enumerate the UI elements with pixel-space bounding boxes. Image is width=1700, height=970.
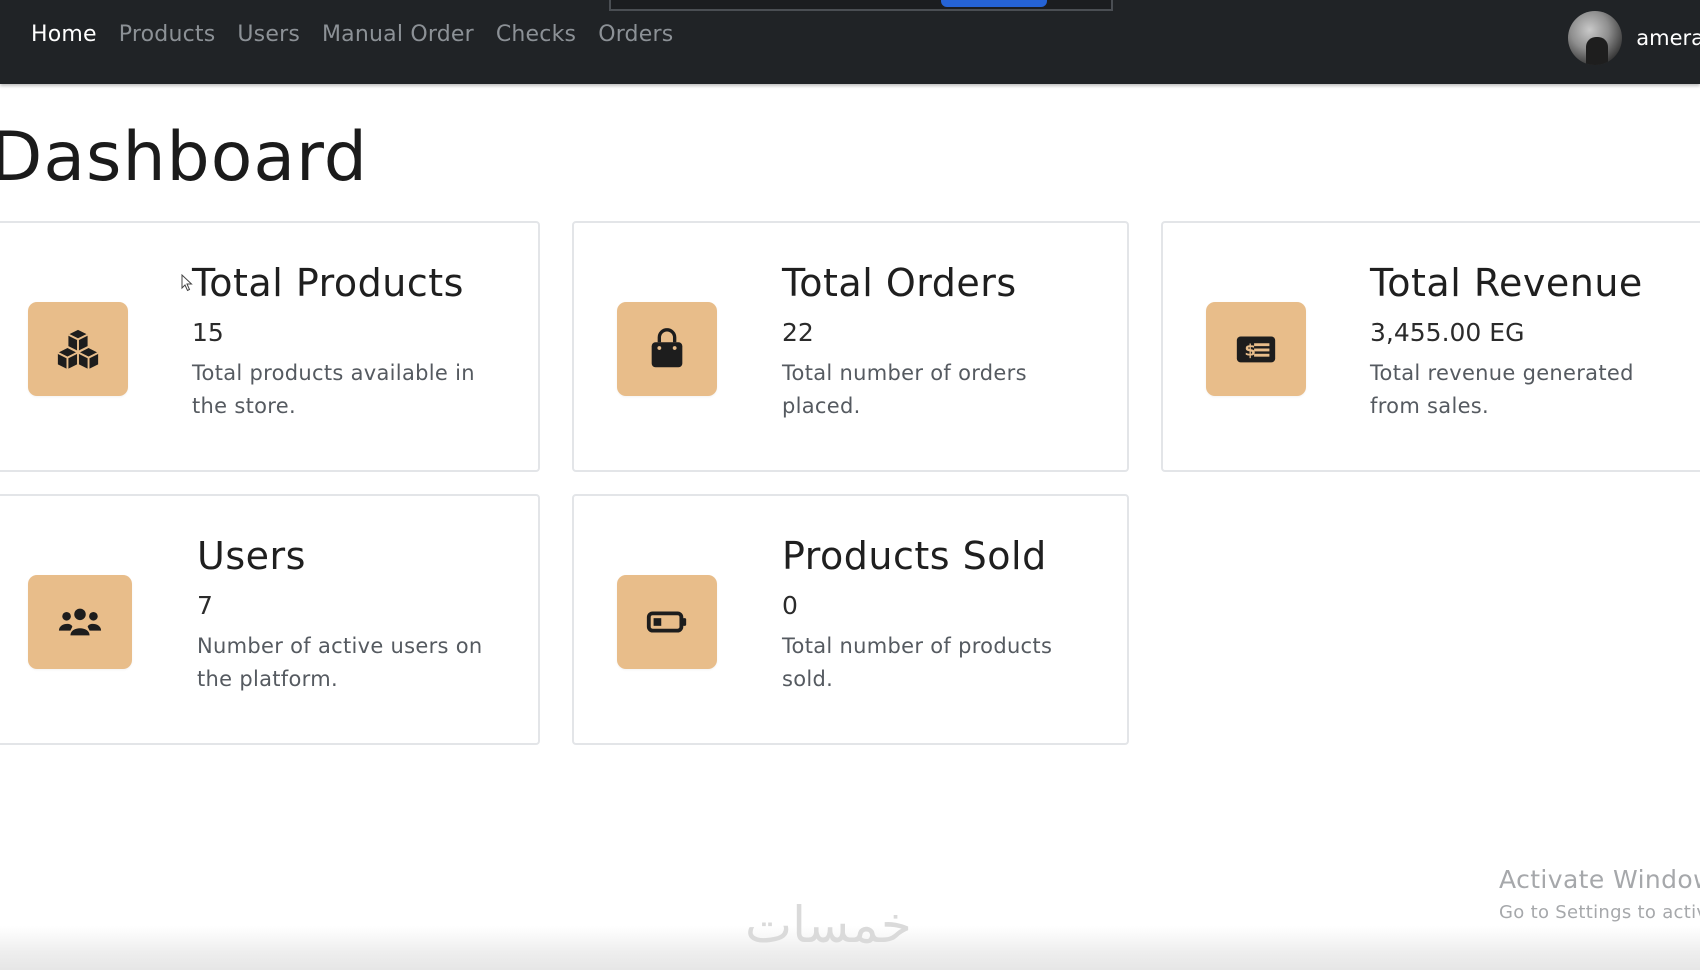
- nav-links: Home Products Users Manual Order Checks …: [31, 22, 673, 47]
- card-value: 3,455.00 EG: [1370, 317, 1525, 347]
- nav-link-checks[interactable]: Checks: [496, 22, 576, 47]
- cubes-icon: [57, 329, 99, 370]
- icon-box: [28, 302, 128, 396]
- card-products-sold: Products Sold 0 Total number of products…: [572, 494, 1129, 745]
- card-description: Total products available in the store.: [192, 360, 475, 418]
- nav-link-home[interactable]: Home: [31, 22, 97, 47]
- card-title: Users: [197, 534, 306, 578]
- card-description: Total revenue generated from sales.: [1370, 360, 1634, 418]
- nav-link-users[interactable]: Users: [237, 22, 300, 47]
- mouse-cursor-icon: [181, 274, 193, 292]
- activate-windows-watermark: Activate Window Go to Settings to activa: [1499, 865, 1700, 923]
- icon-box: [617, 302, 717, 396]
- card-text: Total Revenue 3,455.00 EG Total revenue …: [1370, 261, 1690, 423]
- search-bar-remnant: [609, 0, 1113, 11]
- card-users: Users 7 Number of active users on the pl…: [0, 494, 540, 745]
- battery-icon: [646, 611, 687, 633]
- card-title: Total Products: [192, 261, 464, 305]
- user-menu[interactable]: amera: [1568, 10, 1700, 66]
- activate-subtitle: Go to Settings to activa: [1499, 902, 1700, 923]
- icon-box: [617, 575, 717, 669]
- card-value: 22: [782, 317, 814, 347]
- icon-box: [28, 575, 132, 669]
- card-title: Products Sold: [782, 534, 1047, 578]
- card-title: Total Orders: [782, 261, 1017, 305]
- nav-link-orders[interactable]: Orders: [598, 22, 673, 47]
- card-value: 7: [197, 590, 213, 620]
- page-title: Dashboard: [0, 118, 368, 197]
- watermark-logo: خمسات: [745, 896, 912, 954]
- card-description: Number of active users on the platform.: [197, 633, 483, 691]
- avatar[interactable]: [1568, 11, 1623, 65]
- card-value: 15: [192, 317, 224, 347]
- username[interactable]: amera: [1636, 26, 1700, 50]
- activate-title: Activate Window: [1499, 865, 1700, 894]
- card-total-orders: Total Orders 22 Total number of orders p…: [572, 221, 1129, 472]
- users-icon: [58, 608, 102, 636]
- card-total-products: Total Products 15 Total products availab…: [0, 221, 540, 472]
- top-navbar: Home Products Users Manual Order Checks …: [0, 0, 1700, 84]
- card-text: Total Products 15 Total products availab…: [192, 261, 512, 423]
- card-description: Total number of products sold.: [782, 633, 1053, 691]
- nav-link-products[interactable]: Products: [119, 22, 216, 47]
- card-value: 0: [782, 590, 798, 620]
- nav-link-manual-order[interactable]: Manual Order: [322, 22, 474, 47]
- money-check-icon: $: [1236, 336, 1276, 363]
- shopping-bag-icon: [651, 328, 683, 368]
- card-title: Total Revenue: [1370, 261, 1643, 305]
- card-total-revenue: $ Total Revenue 3,455.00 EG Total revenu…: [1161, 221, 1700, 472]
- card-text: Users 7 Number of active users on the pl…: [197, 534, 517, 696]
- card-description: Total number of orders placed.: [782, 360, 1027, 418]
- icon-box: $: [1206, 302, 1306, 396]
- card-text: Total Orders 22 Total number of orders p…: [782, 261, 1102, 423]
- card-text: Products Sold 0 Total number of products…: [782, 534, 1102, 696]
- search-button-remnant: [941, 0, 1047, 7]
